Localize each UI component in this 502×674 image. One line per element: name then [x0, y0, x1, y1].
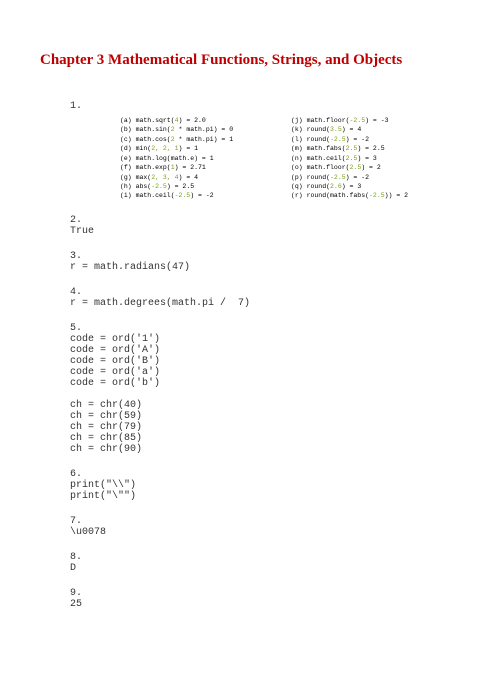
- answer-line: (j) math.floor(-2.5) = -3: [291, 116, 462, 125]
- answer-line: (d) min(2, 2, 1) = 1: [120, 144, 291, 153]
- answer-line: (l) round(-2.5) = -2: [291, 135, 462, 144]
- answer-line: (h) abs(-2.5) = 2.5: [120, 182, 291, 191]
- question-6: 6. print("\\") print("\""): [70, 469, 462, 502]
- q1-col-b: (j) math.floor(-2.5) = -3(k) round(3.5) …: [291, 116, 462, 201]
- question-7: 7. \u0078: [70, 516, 462, 538]
- answer-line: (a) math.sqrt(4) = 2.0: [120, 116, 291, 125]
- answer-line: (o) math.floor(2.5) = 2: [291, 163, 462, 172]
- answer-line: (r) round(math.fabs(-2.5)) = 2: [291, 191, 462, 200]
- content-body: 1. (a) math.sqrt(4) = 2.0(b) math.sin(2 …: [70, 101, 462, 610]
- question-3: 3. r = math.radians(47): [70, 251, 462, 273]
- q2-num: 2.: [70, 215, 462, 226]
- answer-line: (e) math.log(math.e) = 1: [120, 154, 291, 163]
- q6-body: print("\\") print("\""): [70, 480, 462, 502]
- question-9: 9. 25: [70, 588, 462, 610]
- q1-col-a: (a) math.sqrt(4) = 2.0(b) math.sin(2 * m…: [120, 116, 291, 201]
- answer-line: (q) round(2.6) = 3: [291, 182, 462, 191]
- answer-line: (g) max(2, 3, 4) = 4: [120, 173, 291, 182]
- q4-num: 4.: [70, 287, 462, 298]
- q9-body: 25: [70, 599, 462, 610]
- answer-line: (c) math.cos(2 * math.pi) = 1: [120, 135, 291, 144]
- answer-line: (n) math.ceil(2.5) = 3: [291, 154, 462, 163]
- q4-body: r = math.degrees(math.pi / 7): [70, 298, 462, 309]
- answer-line: (m) math.fabs(2.5) = 2.5: [291, 144, 462, 153]
- question-1: 1. (a) math.sqrt(4) = 2.0(b) math.sin(2 …: [70, 101, 462, 201]
- q2-body: True: [70, 226, 462, 237]
- answer-line: (b) math.sin(2 * math.pi) = 0: [120, 125, 291, 134]
- q5-num: 5.: [70, 323, 462, 334]
- answer-line: (f) math.exp(1) = 2.71: [120, 163, 291, 172]
- q5-body: code = ord('1') code = ord('A') code = o…: [70, 334, 462, 455]
- question-8: 8. D: [70, 552, 462, 574]
- q9-num: 9.: [70, 588, 462, 599]
- answer-line: (i) math.ceil(-2.5) = -2: [120, 191, 291, 200]
- q3-body: r = math.radians(47): [70, 262, 462, 273]
- q8-body: D: [70, 563, 462, 574]
- q7-num: 7.: [70, 516, 462, 527]
- q1-num: 1.: [70, 101, 462, 112]
- q1-table: (a) math.sqrt(4) = 2.0(b) math.sin(2 * m…: [120, 116, 462, 201]
- q3-num: 3.: [70, 251, 462, 262]
- chapter-title: Chapter 3 Mathematical Functions, String…: [40, 50, 462, 71]
- question-5: 5. code = ord('1') code = ord('A') code …: [70, 323, 462, 455]
- question-4: 4. r = math.degrees(math.pi / 7): [70, 287, 462, 309]
- answer-line: (k) round(3.5) = 4: [291, 125, 462, 134]
- question-2: 2. True: [70, 215, 462, 237]
- q7-body: \u0078: [70, 527, 462, 538]
- q6-num: 6.: [70, 469, 462, 480]
- q8-num: 8.: [70, 552, 462, 563]
- answer-line: (p) round(-2.5) = -2: [291, 173, 462, 182]
